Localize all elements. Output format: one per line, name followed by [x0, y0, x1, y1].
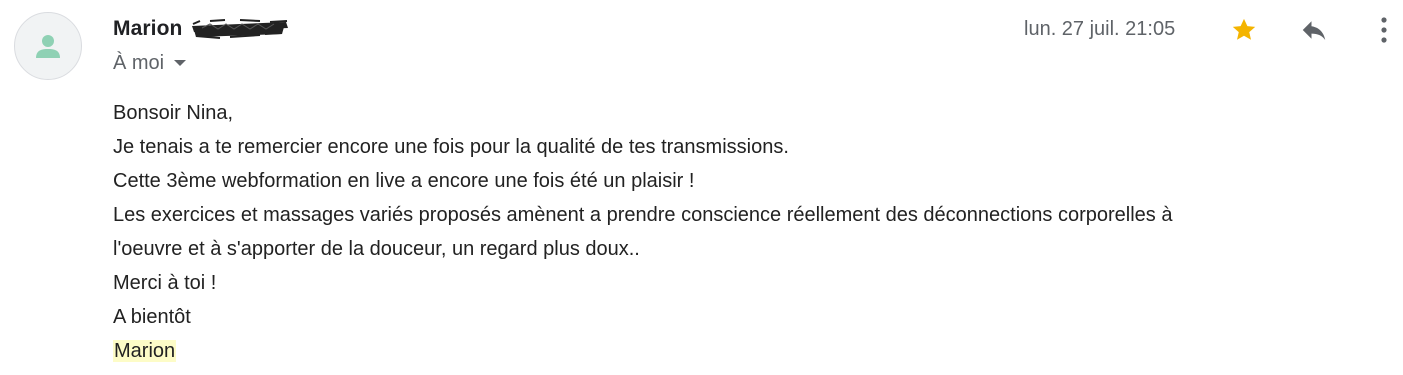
message-line: Cette 3ème webformation en live a encore…	[113, 170, 695, 192]
reply-button[interactable]	[1294, 10, 1334, 50]
recipient-dropdown[interactable]: À moi	[113, 50, 187, 76]
star-icon	[1232, 18, 1256, 40]
more-options-button[interactable]	[1364, 10, 1403, 50]
message-line: l'oeuvre et à s'apporter de la douceur, …	[113, 238, 640, 260]
redacted-surname-scribble	[192, 19, 289, 39]
message-line: Merci à toi !	[113, 272, 217, 294]
message-line: Bonsoir Nina,	[113, 102, 234, 124]
sender-row: Marion	[113, 14, 290, 44]
chevron-down-icon[interactable]	[174, 60, 187, 66]
signature: Marion	[113, 340, 177, 362]
message-date: lun. 27 juil. 21:05	[1024, 18, 1176, 40]
person-icon	[36, 35, 60, 58]
reply-icon	[1302, 21, 1326, 40]
more-vert-icon	[1381, 17, 1387, 43]
star-button[interactable]	[1224, 10, 1264, 50]
avatar[interactable]	[14, 12, 82, 80]
signature-line: Marion	[113, 334, 1383, 368]
message-line: A bientôt	[113, 306, 191, 328]
recipient-label: À moi	[113, 51, 165, 74]
message-line: Je tenais a te remercier encore une fois…	[113, 136, 789, 158]
message-line: Les exercices et massages variés proposé…	[113, 204, 1173, 226]
message-body: Bonsoir Nina, Je tenais a te remercier e…	[113, 96, 1383, 368]
sender-name[interactable]: Marion	[113, 17, 182, 41]
